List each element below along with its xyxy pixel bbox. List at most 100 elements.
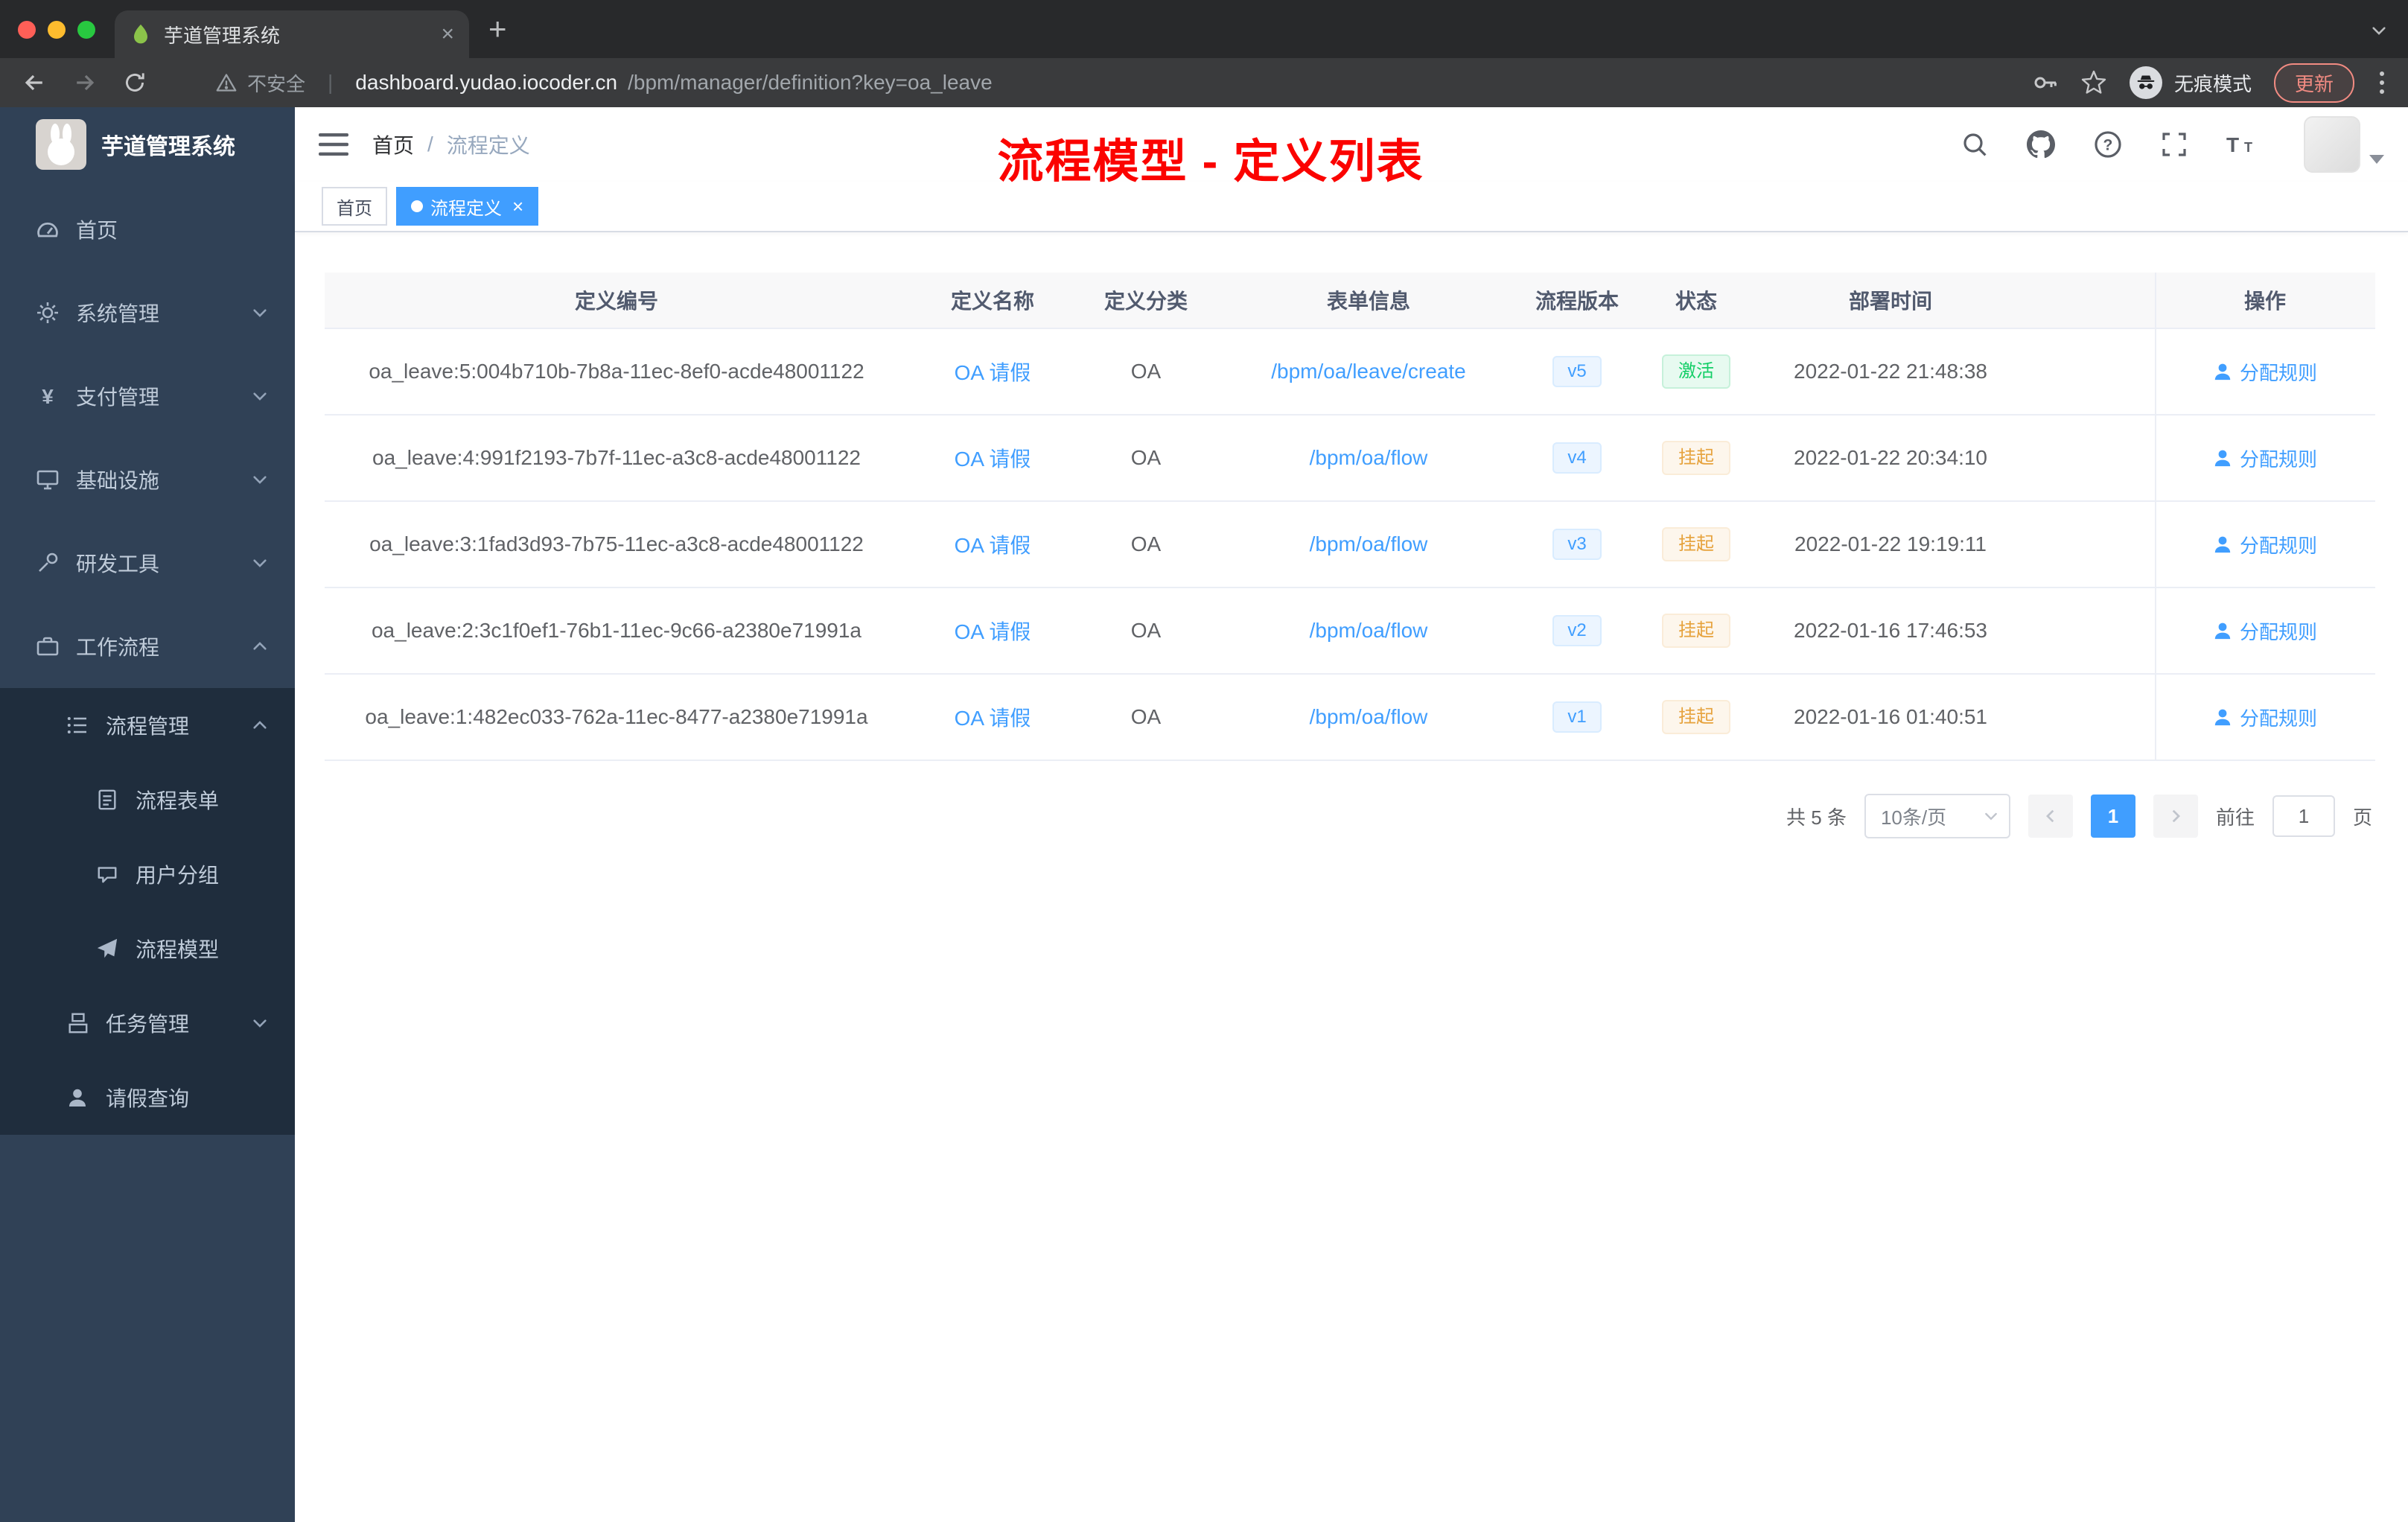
cell-version: v3 xyxy=(1522,502,1632,587)
definition-name-link[interactable]: OA 请假 xyxy=(955,616,1031,646)
page-unit-label: 页 xyxy=(2352,806,2372,829)
cell-spacer xyxy=(2021,415,2155,500)
cell-actions: 分配规则 xyxy=(2155,675,2374,760)
window-controls xyxy=(18,21,95,39)
new-tab-button[interactable]: + xyxy=(488,13,507,45)
bookmark-star-icon[interactable] xyxy=(2080,69,2107,96)
sidebar-item-workflow[interactable]: 工作流程 xyxy=(0,605,295,688)
form-link[interactable]: /bpm/oa/flow xyxy=(1310,446,1428,470)
browser-toolbar: 不安全 | dashboard.yudao.iocoder.cn/bpm/man… xyxy=(0,58,2408,107)
person-icon xyxy=(2214,709,2231,726)
form-link[interactable]: /bpm/oa/flow xyxy=(1310,619,1428,643)
assign-rule-link[interactable]: 分配规则 xyxy=(2213,445,2317,472)
col-status: 状态 xyxy=(1675,290,1717,313)
tab-search-chevron-icon[interactable] xyxy=(2371,22,2387,39)
sidebar-logo[interactable]: 芋道管理系统 xyxy=(0,107,295,182)
cell-actions: 分配规则 xyxy=(2155,415,2374,500)
definition-name-link[interactable]: OA 请假 xyxy=(955,443,1031,473)
svg-text:T: T xyxy=(2226,133,2239,156)
yen-icon: ¥ xyxy=(36,384,60,408)
font-size-icon[interactable]: TT xyxy=(2226,133,2259,156)
cell-actions: 分配规则 xyxy=(2155,588,2374,673)
page-size-select[interactable]: 10条/页 xyxy=(1864,794,2010,838)
sidebar-item-user-groups[interactable]: 用户分组 xyxy=(0,837,295,911)
assign-rule-link[interactable]: 分配规则 xyxy=(2213,358,2317,386)
list-icon xyxy=(66,713,89,737)
version-badge: v2 xyxy=(1552,614,1602,647)
caret-down-icon[interactable] xyxy=(2369,155,2384,164)
incognito-indicator: 无痕模式 xyxy=(2129,66,2252,99)
chevron-up-icon xyxy=(252,638,268,655)
forward-icon[interactable] xyxy=(71,69,98,96)
update-button[interactable]: 更新 xyxy=(2273,63,2354,103)
prev-page-button[interactable] xyxy=(2028,795,2073,838)
cell-spacer xyxy=(2021,329,2155,414)
svg-text:¥: ¥ xyxy=(42,385,54,408)
sidebar-item-process-management[interactable]: 流程管理 xyxy=(0,688,295,762)
tag-label: 首页 xyxy=(337,198,372,219)
sidebar-item-leave-query[interactable]: 请假查询 xyxy=(0,1060,295,1135)
browser-tab[interactable]: 芋道管理系统 × xyxy=(115,10,469,58)
assign-rule-link[interactable]: 分配规则 xyxy=(2213,617,2317,645)
sidebar-item-task-management[interactable]: 任务管理 xyxy=(0,986,295,1060)
chevron-down-icon xyxy=(252,471,268,488)
person-icon xyxy=(2214,536,2231,553)
sidebar-item-infrastructure[interactable]: 基础设施 xyxy=(0,438,295,521)
reload-icon[interactable] xyxy=(122,70,147,95)
maximize-window-button[interactable] xyxy=(77,21,95,39)
breadcrumb-home-link[interactable]: 首页 xyxy=(372,130,414,159)
definition-name-link[interactable]: OA 请假 xyxy=(955,529,1031,559)
form-link[interactable]: /bpm/oa/flow xyxy=(1310,705,1428,729)
svg-text:?: ? xyxy=(2103,137,2113,154)
cell-definition-name: OA 请假 xyxy=(908,675,1077,760)
github-icon[interactable] xyxy=(2027,130,2055,159)
tag-close-icon[interactable]: × xyxy=(512,197,523,216)
close-window-button[interactable] xyxy=(18,21,36,39)
back-icon[interactable] xyxy=(21,69,48,96)
status-badge: 挂起 xyxy=(1662,699,1730,735)
password-key-icon[interactable] xyxy=(2031,69,2058,96)
tab-close-icon[interactable]: × xyxy=(441,23,454,45)
sidebar-item-devtools[interactable]: 研发工具 xyxy=(0,521,295,605)
address-bar[interactable]: 不安全 | dashboard.yudao.iocoder.cn/bpm/man… xyxy=(216,69,993,97)
cell-deploy-time: 2022-01-22 21:48:38 xyxy=(1794,360,1987,383)
person-icon xyxy=(2214,623,2231,640)
hamburger-icon[interactable] xyxy=(319,131,348,158)
user-menu[interactable] xyxy=(2304,116,2384,173)
next-page-button[interactable] xyxy=(2153,795,2198,838)
help-icon[interactable]: ? xyxy=(2094,130,2122,159)
app-title: 芋道管理系统 xyxy=(101,135,235,159)
assign-rule-link[interactable]: 分配规则 xyxy=(2213,704,2317,731)
sidebar-item-process-models[interactable]: 流程模型 xyxy=(0,911,295,986)
person-icon xyxy=(2214,363,2231,380)
sidebar-item-home[interactable]: 首页 xyxy=(0,188,295,271)
search-icon[interactable] xyxy=(1961,131,1988,158)
form-link[interactable]: /bpm/oa/flow xyxy=(1310,532,1428,556)
assign-rule-link[interactable]: 分配规则 xyxy=(2213,531,2317,558)
tag-home[interactable]: 首页 xyxy=(322,187,387,226)
browser-menu-icon[interactable] xyxy=(2377,71,2387,94)
definition-name-link[interactable]: OA 请假 xyxy=(955,702,1031,732)
cell-actions: 分配规则 xyxy=(2155,502,2374,587)
sidebar-item-system[interactable]: 系统管理 xyxy=(0,271,295,354)
cell-deploy-time: 2022-01-16 01:40:51 xyxy=(1794,705,1987,728)
cell-form-info: /bpm/oa/leave/create xyxy=(1215,329,1522,414)
form-link[interactable]: /bpm/oa/leave/create xyxy=(1271,360,1466,383)
sidebar-item-process-forms[interactable]: 流程表单 xyxy=(0,762,295,837)
active-dot xyxy=(411,200,423,212)
page-size-value: 10条/页 xyxy=(1880,806,1947,829)
url-domain: dashboard.yudao.iocoder.cn xyxy=(355,71,618,94)
page-number-button[interactable]: 1 xyxy=(2090,795,2135,838)
goto-page-input[interactable] xyxy=(2272,795,2335,837)
sidebar-item-label: 请假查询 xyxy=(106,1087,190,1110)
definition-name-link[interactable]: OA 请假 xyxy=(955,357,1031,386)
version-badge: v4 xyxy=(1552,442,1602,474)
url-path: /bpm/manager/definition?key=oa_leave xyxy=(628,71,993,94)
cell-definition-id: oa_leave:2:3c1f0ef1-76b1-11ec-9c66-a2380… xyxy=(371,619,861,642)
minimize-window-button[interactable] xyxy=(48,21,66,39)
fullscreen-icon[interactable] xyxy=(2161,131,2188,158)
col-definition-category: 定义分类 xyxy=(1103,290,1188,313)
avatar[interactable] xyxy=(2304,116,2360,173)
tag-process-definition[interactable]: 流程定义 × xyxy=(396,187,539,226)
sidebar-item-payment[interactable]: ¥ 支付管理 xyxy=(0,354,295,438)
